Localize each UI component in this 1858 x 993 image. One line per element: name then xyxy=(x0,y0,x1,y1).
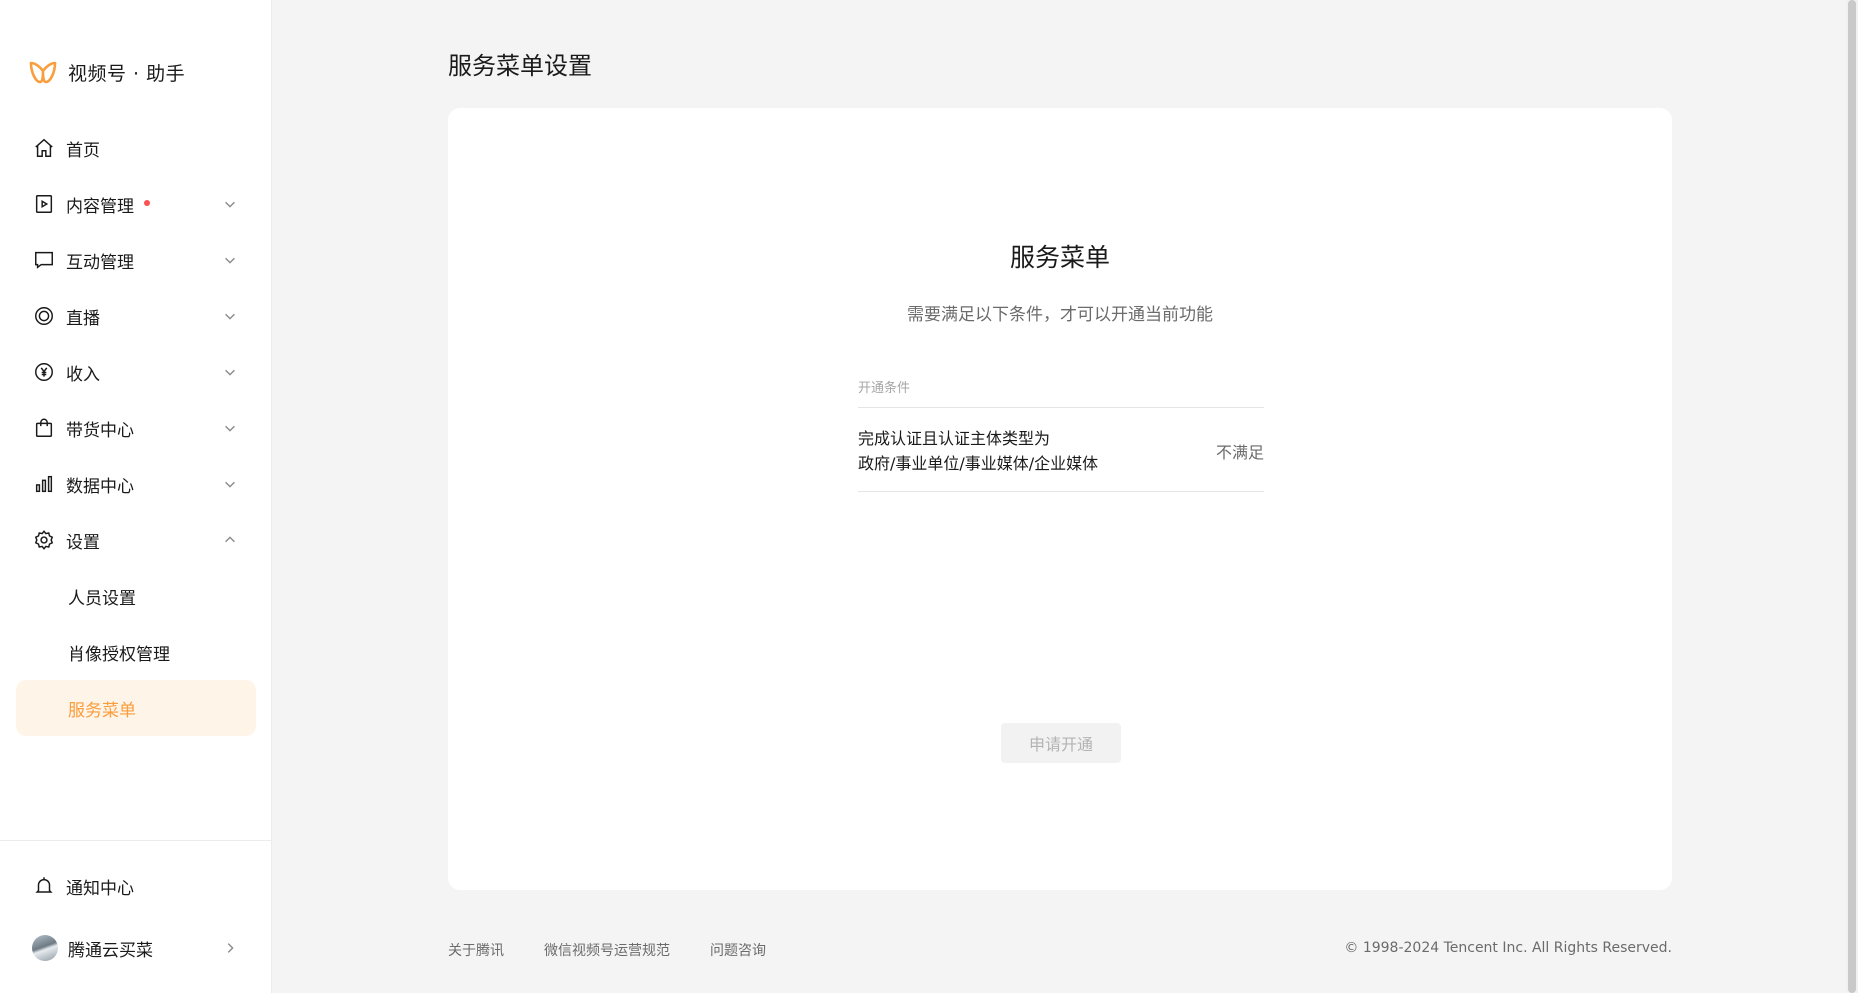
sidebar-subitem-label: 肖像授权管理 xyxy=(68,644,170,665)
sidebar-item-data[interactable]: 数据中心 xyxy=(16,456,256,512)
sidebar: 视频号 · 助手 首页 内容管理 互动管理 直播 收入 带货中心 数据中心 设置… xyxy=(0,0,272,993)
sidebar-item-income[interactable]: 收入 xyxy=(16,344,256,400)
sidebar-subitem-service-menu[interactable]: 服务菜单 xyxy=(16,680,256,736)
chevron-down-icon xyxy=(222,308,238,324)
bar-chart-icon xyxy=(32,472,56,496)
video-file-icon xyxy=(32,192,56,216)
footer-link-guidelines[interactable]: 微信视频号运营规范 xyxy=(544,940,670,960)
sidebar-item-label: 互动管理 xyxy=(66,252,134,273)
condition-line-1: 完成认证且认证主体类型为 xyxy=(858,429,1051,448)
chat-icon xyxy=(32,248,56,272)
yen-icon xyxy=(32,360,56,384)
notification-dot xyxy=(144,200,150,206)
chevron-up-icon xyxy=(222,532,238,548)
conditions-header: 开通条件 xyxy=(858,370,1264,408)
sidebar-item-label: 内容管理 xyxy=(66,196,134,217)
sidebar-item-label: 直播 xyxy=(66,308,100,329)
sidebar-item-commerce[interactable]: 带货中心 xyxy=(16,400,256,456)
sidebar-subitem-portrait[interactable]: 肖像授权管理 xyxy=(16,624,256,680)
bell-icon xyxy=(32,874,56,898)
sidebar-item-settings[interactable]: 设置 xyxy=(16,512,256,568)
sidebar-subitem-staff[interactable]: 人员设置 xyxy=(16,568,256,624)
scrollbar-thumb[interactable] xyxy=(1848,0,1856,993)
sidebar-item-interaction[interactable]: 互动管理 xyxy=(16,232,256,288)
sidebar-item-label: 首页 xyxy=(66,140,100,161)
condition-row: 完成认证且认证主体类型为 政府/事业单位/事业媒体/企业媒体 不满足 xyxy=(858,408,1264,492)
chevron-down-icon xyxy=(222,196,238,212)
sidebar-item-content[interactable]: 内容管理 xyxy=(16,176,256,232)
chevron-down-icon xyxy=(222,420,238,436)
account-menu[interactable]: 腾通云买菜 xyxy=(16,920,256,976)
brand[interactable]: 视频号 · 助手 xyxy=(28,56,185,88)
sidebar-item-label: 通知中心 xyxy=(66,878,134,899)
apply-button[interactable]: 申请开通 xyxy=(1001,723,1121,763)
sidebar-subitem-label: 人员设置 xyxy=(68,588,136,609)
brand-logo-icon xyxy=(29,61,57,84)
sidebar-subitem-label: 服务菜单 xyxy=(68,700,136,721)
condition-status: 不满足 xyxy=(1215,443,1264,462)
footer: 关于腾讯 微信视频号运营规范 问题咨询 © 1998-2024 Tencent … xyxy=(448,940,1672,960)
conditions-table: 开通条件 完成认证且认证主体类型为 政府/事业单位/事业媒体/企业媒体 不满足 xyxy=(858,370,1264,492)
sidebar-item-live[interactable]: 直播 xyxy=(16,288,256,344)
chevron-right-icon xyxy=(222,940,238,956)
sidebar-divider xyxy=(0,840,272,841)
condition-text: 完成认证且认证主体类型为 政府/事业单位/事业媒体/企业媒体 xyxy=(858,426,1098,476)
copyright: © 1998-2024 Tencent Inc. All Rights Rese… xyxy=(1344,940,1672,956)
footer-links: 关于腾讯 微信视频号运营规范 问题咨询 xyxy=(448,940,766,960)
gear-icon xyxy=(32,528,56,552)
avatar xyxy=(32,935,58,961)
brand-name: 视频号 · 助手 xyxy=(68,62,186,85)
chevron-down-icon xyxy=(222,252,238,268)
chevron-down-icon xyxy=(222,364,238,380)
service-menu-card: 服务菜单 需要满足以下条件，才可以开通当前功能 开通条件 完成认证且认证主体类型… xyxy=(448,108,1672,890)
sidebar-item-label: 带货中心 xyxy=(66,420,134,441)
scrollbar[interactable] xyxy=(1846,0,1858,993)
page-title: 服务菜单设置 xyxy=(448,52,592,80)
sidebar-item-home[interactable]: 首页 xyxy=(16,120,256,176)
sidebar-item-label: 收入 xyxy=(66,364,100,385)
chevron-down-icon xyxy=(222,476,238,492)
condition-line-2: 政府/事业单位/事业媒体/企业媒体 xyxy=(858,454,1099,473)
home-icon xyxy=(32,136,56,160)
card-subtitle: 需要满足以下条件，才可以开通当前功能 xyxy=(907,305,1213,325)
account-name: 腾通云买菜 xyxy=(68,940,153,961)
footer-link-help[interactable]: 问题咨询 xyxy=(710,940,766,960)
footer-link-about[interactable]: 关于腾讯 xyxy=(448,940,504,960)
card-title: 服务菜单 xyxy=(1009,243,1110,272)
sidebar-item-label: 设置 xyxy=(66,532,100,553)
shopping-bag-icon xyxy=(32,416,56,440)
sidebar-item-notifications[interactable]: 通知中心 xyxy=(16,858,256,914)
sidebar-item-label: 数据中心 xyxy=(66,476,134,497)
live-icon xyxy=(32,304,56,328)
